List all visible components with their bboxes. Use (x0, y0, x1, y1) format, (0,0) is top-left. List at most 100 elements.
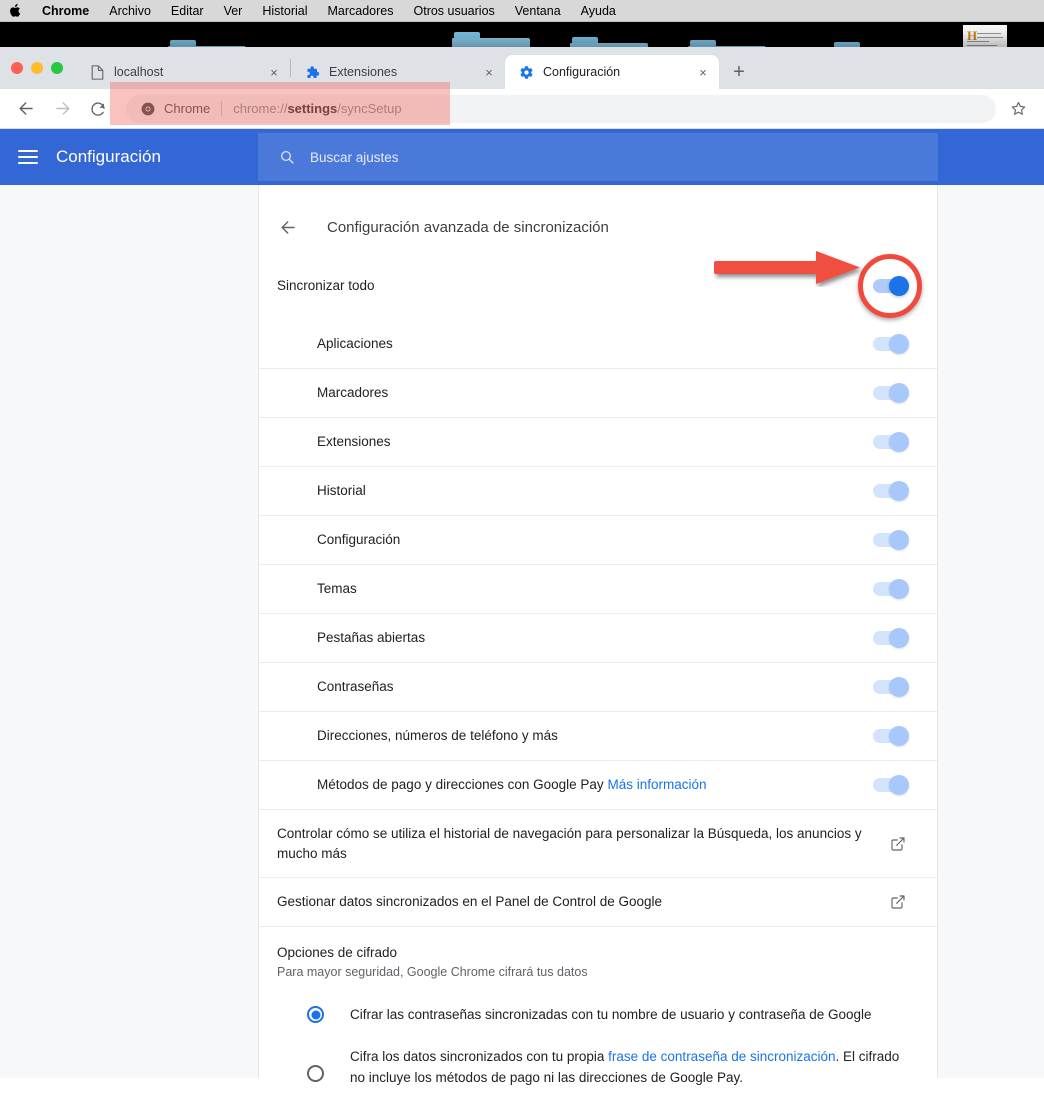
window-traffic-lights (11, 62, 63, 74)
back-arrow-icon[interactable] (10, 93, 42, 125)
toggle-knob (889, 628, 909, 648)
chrome-logo-icon (140, 101, 156, 117)
external-link-icon[interactable] (889, 835, 907, 853)
row-sincronizar-todo[interactable]: Sincronizar todo (259, 253, 937, 319)
settings-sidebar-area (0, 185, 258, 1078)
url-prefix: chrome:// (233, 101, 288, 116)
url-bold-segment: settings (287, 101, 338, 116)
omnibox-url: chrome://settings/syncSetup (233, 101, 401, 116)
toggle-contrasenas[interactable] (873, 677, 909, 697)
row-panel-control-google[interactable]: Gestionar datos sincronizados en el Pane… (259, 877, 937, 926)
toggle-marcadores[interactable] (873, 383, 909, 403)
sync-all-toggle[interactable] (873, 276, 909, 296)
tab-extensiones[interactable]: Extensiones × (291, 55, 505, 89)
row-contrasenas[interactable]: Contraseñas (259, 662, 937, 711)
toggle-direcciones[interactable] (873, 726, 909, 746)
row-historial[interactable]: Historial (259, 466, 937, 515)
close-tab-button[interactable]: × (481, 64, 497, 80)
macos-menu-bar: Chrome Archivo Editar Ver Historial Marc… (0, 0, 1044, 22)
forward-arrow-icon[interactable] (46, 93, 78, 125)
new-tab-button[interactable]: + (725, 58, 753, 86)
settings-right-area (938, 185, 1044, 1078)
menu-item-ver[interactable]: Ver (214, 0, 253, 22)
close-tab-button[interactable]: × (695, 64, 711, 80)
row-aplicaciones[interactable]: Aplicaciones (259, 319, 937, 368)
toggle-historial[interactable] (873, 481, 909, 501)
row-label: Pestañas abiertas (317, 630, 426, 646)
toggle-extensiones[interactable] (873, 432, 909, 452)
mas-informacion-link[interactable]: Más información (607, 777, 706, 792)
menu-item-chrome[interactable]: Chrome (32, 0, 99, 22)
browser-toolbar: Chrome chrome://settings/syncSetup (0, 89, 1044, 129)
radio-button[interactable] (307, 1006, 324, 1024)
row-label: Sincronizar todo (277, 278, 375, 294)
row-label: Configuración (317, 532, 401, 548)
google-pay-text: Métodos de pago y direcciones con Google… (317, 777, 604, 793)
apple-logo-icon[interactable] (8, 3, 22, 19)
maximize-window-button[interactable] (51, 62, 63, 74)
toggle-temas[interactable] (873, 579, 909, 599)
settings-search-box[interactable]: Buscar ajustes (258, 133, 938, 181)
omnibox-divider (221, 101, 223, 116)
menu-item-historial[interactable]: Historial (252, 0, 317, 22)
page-icon (89, 64, 105, 80)
radio-button[interactable] (307, 1065, 324, 1083)
row-personalizacion-busqueda[interactable]: Controlar cómo se utiliza el historial d… (259, 809, 937, 877)
toggle-knob (889, 677, 909, 697)
close-window-button[interactable] (11, 62, 23, 74)
search-placeholder: Buscar ajustes (310, 149, 399, 165)
row-pestanas-abiertas[interactable]: Pestañas abiertas (259, 613, 937, 662)
reload-icon[interactable] (82, 93, 114, 125)
toggle-google-pay[interactable] (873, 775, 909, 795)
page-title: Configuración avanzada de sincronización (327, 218, 609, 236)
radio-option-passphrase[interactable]: Cifra los datos sincronizados con tu pro… (307, 1047, 907, 1088)
toggle-knob (889, 579, 909, 599)
tab-configuracion[interactable]: Configuración × (505, 55, 719, 89)
radio-option-google-credentials[interactable]: Cifrar las contraseñas sincronizadas con… (307, 1005, 907, 1025)
row-direcciones[interactable]: Direcciones, números de teléfono y más (259, 711, 937, 760)
omnibox-scheme-label: Chrome (164, 101, 211, 116)
hamburger-icon[interactable] (18, 150, 38, 164)
row-google-pay[interactable]: Métodos de pago y direcciones con Google… (259, 760, 937, 809)
back-arrow-icon[interactable] (277, 216, 299, 238)
menu-item-otros-usuarios[interactable]: Otros usuarios (404, 0, 505, 22)
page-header: Configuración avanzada de sincronización (259, 201, 937, 253)
address-bar[interactable]: Chrome chrome://settings/syncSetup (126, 94, 996, 123)
tab-localhost[interactable]: localhost × (76, 55, 290, 89)
external-link-icon[interactable] (889, 893, 907, 911)
row-marcadores[interactable]: Marcadores (259, 368, 937, 417)
toggle-configuracion[interactable] (873, 530, 909, 550)
settings-header: Configuración Buscar ajustes (0, 129, 1044, 185)
search-icon (278, 148, 296, 166)
toggle-knob (889, 775, 909, 795)
row-label: Gestionar datos sincronizados en el Pane… (277, 894, 662, 910)
row-label: Aplicaciones (317, 335, 393, 351)
row-label: Temas (317, 581, 357, 597)
menu-item-editar[interactable]: Editar (161, 0, 214, 22)
frase-contrasena-link[interactable]: frase de contraseña de sincronización (608, 1049, 835, 1064)
url-suffix: /syncSetup (337, 101, 402, 116)
settings-content: Configuración avanzada de sincronización… (0, 185, 1044, 1085)
toggle-pestanas-abiertas[interactable] (873, 628, 909, 648)
star-icon[interactable] (1002, 93, 1034, 125)
menu-item-marcadores[interactable]: Marcadores (318, 0, 404, 22)
minimize-window-button[interactable] (31, 62, 43, 74)
toggle-aplicaciones[interactable] (873, 333, 909, 354)
row-extensiones[interactable]: Extensiones (259, 417, 937, 466)
menu-item-ventana[interactable]: Ventana (505, 0, 571, 22)
tab-title: Configuración (543, 65, 621, 79)
menu-item-archivo[interactable]: Archivo (99, 0, 161, 22)
radio-label: Cifrar las contraseñas sincronizadas con… (350, 1007, 872, 1023)
row-temas[interactable]: Temas (259, 564, 937, 613)
encryption-title: Opciones de cifrado (277, 945, 398, 961)
radio-label: Cifra los datos sincronizados con tu pro… (350, 1047, 907, 1088)
encryption-radio-group: Cifrar las contraseñas sincronizadas con… (259, 979, 937, 1088)
row-configuracion[interactable]: Configuración (259, 515, 937, 564)
toggle-knob (889, 276, 909, 296)
menu-item-ayuda[interactable]: Ayuda (571, 0, 626, 22)
row-label: Métodos de pago y direcciones con Google… (317, 775, 873, 795)
toggle-knob (889, 333, 909, 354)
close-tab-button[interactable]: × (266, 64, 282, 80)
gear-icon (518, 64, 534, 80)
puzzle-icon (304, 64, 320, 80)
